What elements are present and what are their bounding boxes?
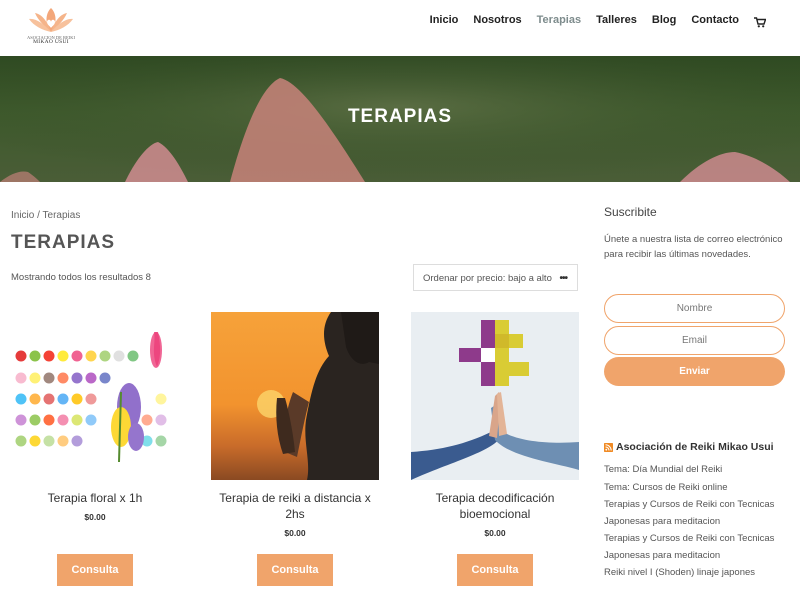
- product-card: Terapia floral x 1h $0.00: [11, 312, 179, 522]
- product-price: $0.00: [284, 528, 306, 538]
- product-price: $0.00: [84, 512, 106, 522]
- consulta-button[interactable]: Consulta: [257, 554, 333, 586]
- more-dots-icon: •••: [559, 273, 567, 284]
- nav-blog[interactable]: Blog: [652, 14, 676, 26]
- product-card: Terapia de reiki a distancia x 2hs $0.00: [211, 312, 379, 538]
- orderby-selected: Ordenar por precio: bajo a alto: [423, 273, 552, 284]
- rss-link[interactable]: Tema: Cursos de Reiki online: [604, 480, 789, 497]
- hero-title: TERAPIAS: [347, 106, 453, 127]
- breadcrumb-separator: /: [34, 210, 43, 221]
- consulta-button[interactable]: Consulta: [57, 554, 133, 586]
- breadcrumb-current: Terapias: [42, 210, 81, 221]
- product-name[interactable]: Terapia floral x 1h: [11, 490, 179, 506]
- breadcrumb: Inicio / Terapias: [11, 210, 80, 221]
- product-image-reiki[interactable]: [211, 312, 379, 480]
- nav-inicio[interactable]: Inicio: [430, 14, 459, 26]
- product-card: Terapia decodificación bioemocional $0.0…: [411, 312, 579, 538]
- page-title: TERAPIAS: [11, 232, 116, 253]
- rss-link[interactable]: Terapias y Cursos de Reiki con Tecnicas …: [604, 497, 789, 530]
- product-price: $0.00: [484, 528, 506, 538]
- consulta-button[interactable]: Consulta: [457, 554, 533, 586]
- rss-links: Tema: Día Mundial del Reiki Tema: Cursos…: [604, 462, 789, 583]
- submit-button[interactable]: Enviar: [604, 357, 785, 386]
- product-name[interactable]: Terapia decodificación bioemocional: [411, 490, 579, 522]
- main-nav: Inicio Nosotros Terapias Talleres Blog C…: [430, 14, 767, 28]
- rss-link[interactable]: Tema: Día Mundial del Reiki: [604, 462, 789, 479]
- product-name[interactable]: Terapia de reiki a distancia x 2hs: [211, 490, 379, 522]
- nav-terapias[interactable]: Terapias: [537, 14, 581, 26]
- site-header: ASOCIACION DE REIKI MIKAO USUI Inicio No…: [0, 0, 800, 56]
- orderby-select[interactable]: Ordenar por precio: bajo a alto •••: [413, 264, 578, 291]
- email-field[interactable]: Email: [604, 326, 785, 355]
- product-image-bioemocional[interactable]: [411, 312, 579, 480]
- logo-line2: MIKAO USUI: [33, 39, 69, 45]
- logo-text: ASOCIACION DE REIKI MIKAO USUI: [26, 35, 76, 45]
- product-image-floral[interactable]: [11, 312, 179, 480]
- result-count: Mostrando todos los resultados 8: [11, 272, 151, 283]
- rss-title-link[interactable]: Asociación de Reiki Mikao Usui: [616, 441, 774, 453]
- cart-icon[interactable]: [754, 15, 767, 28]
- hero-banner: TERAPIAS: [0, 56, 800, 182]
- nav-contacto[interactable]: Contacto: [691, 14, 739, 26]
- name-field[interactable]: Nombre: [604, 294, 785, 323]
- rss-widget-title: Asociación de Reiki Mikao Usui: [604, 441, 774, 453]
- rss-link[interactable]: Reiki nivel I (Shoden) linaje japones: [604, 565, 789, 582]
- nav-nosotros[interactable]: Nosotros: [473, 14, 521, 26]
- subscribe-text: Únete a nuestra lista de correo electrón…: [604, 234, 783, 260]
- breadcrumb-home[interactable]: Inicio: [11, 210, 34, 221]
- subscribe-title: Suscribite: [604, 205, 657, 219]
- rss-icon[interactable]: [604, 442, 613, 452]
- nav-talleres[interactable]: Talleres: [596, 14, 637, 26]
- rss-link[interactable]: Terapias y Cursos de Reiki con Tecnicas …: [604, 531, 789, 564]
